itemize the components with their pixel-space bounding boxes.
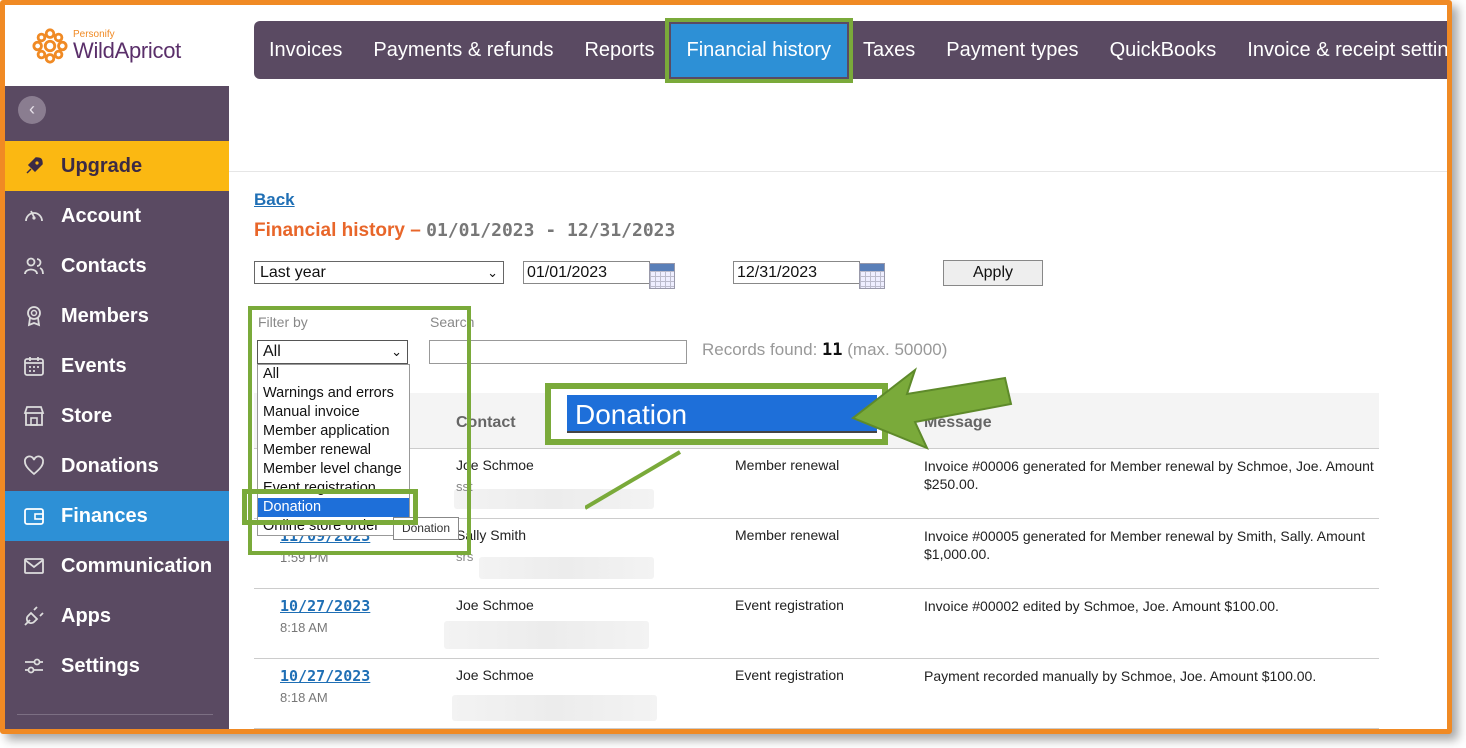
sidebar-item-communication[interactable]: Communication: [5, 541, 229, 591]
sidebar-item-store[interactable]: Store: [5, 391, 229, 441]
redacted-email: [452, 695, 657, 721]
finance-tabs: Invoices Payments & refunds Reports Fina…: [254, 17, 1447, 83]
records-found: Records found: 11 (max. 50000): [702, 340, 947, 360]
sidebar-item-label: Store: [61, 404, 113, 427]
start-date-input[interactable]: 01/01/2023: [523, 261, 650, 284]
tab-invoices[interactable]: Invoices: [269, 39, 342, 62]
collapse-sidebar-button[interactable]: ‹: [18, 96, 46, 124]
tab-payment-types[interactable]: Payment types: [946, 39, 1078, 62]
sidebar-item-label: Communication: [61, 554, 213, 577]
row-contact[interactable]: Joe Schmoe: [456, 597, 534, 613]
donation-highlight-box: [242, 489, 418, 525]
sidebar-item-label: Events: [61, 354, 127, 377]
sidebar-item-label: Upgrade: [61, 154, 143, 177]
sidebar-item-settings[interactable]: Settings: [5, 641, 229, 691]
row-message: Invoice #00005 generated for Member rene…: [924, 528, 1365, 562]
users-icon: [5, 254, 61, 278]
sidebar-item-upgrade[interactable]: Upgrade: [5, 141, 229, 191]
tab-quickbooks[interactable]: QuickBooks: [1110, 39, 1217, 62]
sidebar-item-label: Finances: [61, 504, 148, 527]
page-title: Financial history – 01/01/2023 - 12/31/2…: [254, 220, 675, 242]
callout-arrow-icon: [585, 367, 1013, 510]
redacted-email: [444, 621, 649, 649]
chevron-down-icon: ⌄: [487, 265, 498, 280]
row-type: Member renewal: [735, 527, 840, 543]
tab-taxes[interactable]: Taxes: [863, 39, 915, 62]
page-title-range: 01/01/2023 - 12/31/2023: [426, 220, 676, 241]
row-type: Event registration: [735, 667, 844, 683]
records-label: Records found:: [702, 340, 818, 359]
sidebar-item-label: Donations: [61, 454, 159, 477]
row-type: Event registration: [735, 597, 844, 613]
gauge-icon: [5, 204, 61, 228]
records-max: (max. 50000): [847, 340, 948, 359]
chevron-left-icon: ‹: [29, 99, 35, 119]
sidebar-divider: [17, 714, 213, 715]
end-date-input[interactable]: 12/31/2023: [733, 261, 860, 284]
sidebar-item-members[interactable]: Members: [5, 291, 229, 341]
sidebar-item-apps[interactable]: Apps: [5, 591, 229, 641]
sidebar-item-label: Settings: [61, 654, 140, 677]
redacted-email: [479, 557, 654, 579]
rocket-icon: [5, 154, 61, 178]
tab-payments-refunds[interactable]: Payments & refunds: [373, 39, 553, 62]
sidebar: Personify WildApricot ‹ Upgrade Account …: [5, 5, 229, 729]
period-select[interactable]: Last year ⌄: [254, 261, 504, 284]
logo-title: WildApricot: [73, 38, 181, 63]
table-row: 10/27/2023 8:18 AM Joe Schmoe Event regi…: [254, 589, 1379, 659]
row-message: Payment recorded manually by Schmoe, Joe…: [924, 668, 1317, 684]
sidebar-item-label: Contacts: [61, 254, 147, 277]
heart-icon: [5, 454, 61, 478]
calendar-picker-icon[interactable]: [649, 263, 675, 289]
screenshot-frame: Personify WildApricot ‹ Upgrade Account …: [0, 0, 1452, 734]
store-icon: [5, 404, 61, 428]
back-link[interactable]: Back: [254, 190, 295, 210]
apricot-flower-icon: [32, 28, 68, 64]
row-date-link[interactable]: 10/27/2023: [280, 667, 370, 685]
sidebar-item-contacts[interactable]: Contacts: [5, 241, 229, 291]
row-contact[interactable]: Joe Schmoe: [456, 667, 534, 683]
wallet-icon: [5, 504, 61, 528]
envelope-icon: [5, 554, 61, 578]
page-title-text: Financial history –: [254, 220, 421, 241]
tab-financial-history[interactable]: Financial history: [664, 17, 853, 83]
big-arrow: [851, 367, 1013, 450]
badge-icon: [5, 304, 61, 328]
period-select-value: Last year: [260, 264, 326, 281]
logo[interactable]: Personify WildApricot: [5, 5, 229, 86]
connector-line: [585, 450, 682, 510]
sidebar-item-label: Apps: [61, 604, 111, 627]
header-divider: [229, 171, 1447, 172]
table-row: 10/27/2023 8:18 AM Joe Schmoe Event regi…: [254, 659, 1379, 729]
sidebar-item-label: Members: [61, 304, 149, 327]
row-message: Invoice #00002 edited by Schmoe, Joe. Am…: [924, 598, 1279, 614]
sidebar-item-label: Account: [61, 204, 141, 227]
row-time: 8:18 AM: [280, 690, 328, 705]
sidebar-item-account[interactable]: Account: [5, 191, 229, 241]
plug-icon: [5, 604, 61, 628]
tab-reports[interactable]: Reports: [584, 39, 654, 62]
row-time: 8:18 AM: [280, 620, 328, 635]
records-count: 11: [822, 340, 843, 360]
calendar-icon: [5, 354, 61, 378]
calendar-picker-icon[interactable]: [859, 263, 885, 289]
sidebar-item-finances[interactable]: Finances: [5, 491, 229, 541]
sidebar-item-events[interactable]: Events: [5, 341, 229, 391]
tab-invoice-receipt-settings[interactable]: Invoice & receipt settings: [1247, 39, 1447, 62]
sidebar-item-donations[interactable]: Donations: [5, 441, 229, 491]
row-date-link[interactable]: 10/27/2023: [280, 597, 370, 615]
sliders-icon: [5, 654, 61, 678]
apply-button[interactable]: Apply: [943, 260, 1043, 286]
